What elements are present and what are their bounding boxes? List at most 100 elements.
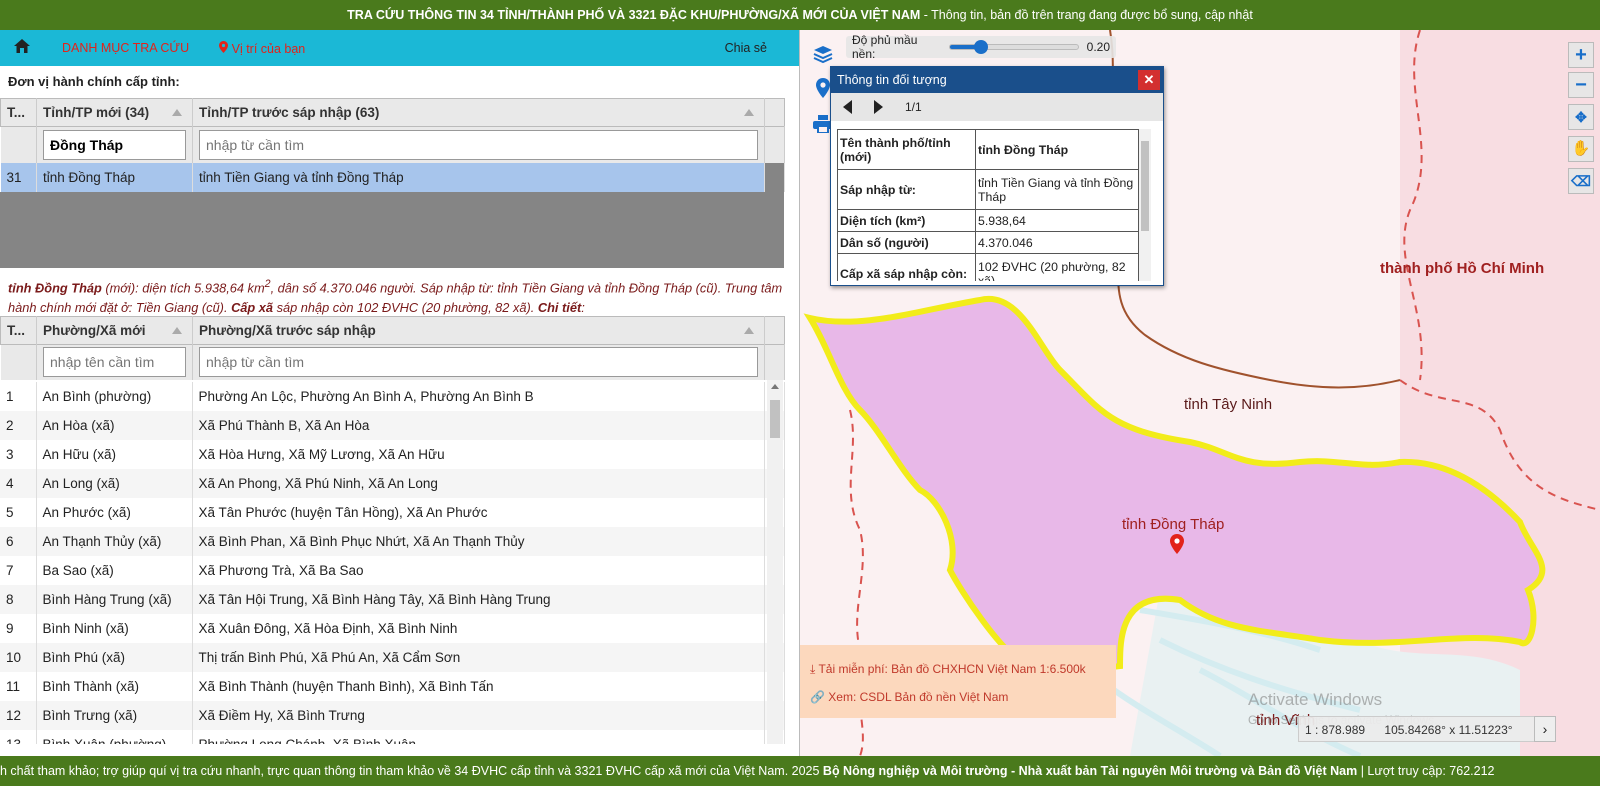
summary-name: tỉnh Đồng Tháp xyxy=(8,279,102,295)
table-row[interactable]: 4 An Long (xã) Xã An Phong, Xã Phú Ninh, X… xyxy=(0,469,785,498)
map-view[interactable]: thành phố Hồ Chí Minh tỉnh Tây Ninh tỉnh… xyxy=(800,30,1600,756)
popup-value: tỉnh Tiền Giang và tỉnh Đồng Tháp xyxy=(975,169,1139,210)
header-spacer xyxy=(764,98,785,127)
col-header-new-province[interactable]: Tỉnh/TP mới (34) xyxy=(36,98,193,127)
cell-name: Ba Sao (xã) xyxy=(36,556,193,585)
footer-visits: | Lượt truy cập: 762.212 xyxy=(1357,764,1495,778)
table-row[interactable]: 3 An Hữu (xã) Xã Hòa Hưng, Xã Mỹ Lương, Xã… xyxy=(0,440,785,469)
ward-grid-head: T... Phường/Xã mới Phường/Xã trước sáp n… xyxy=(0,316,785,380)
scroll-thumb[interactable] xyxy=(770,400,780,438)
close-icon[interactable]: ✕ xyxy=(1138,70,1160,90)
nav-menu-link[interactable]: DANH MỤC TRA CỨU xyxy=(62,41,189,55)
filter-spacer xyxy=(764,344,785,380)
popup-scrollbar[interactable] xyxy=(1139,129,1151,281)
sort-icon xyxy=(744,326,754,334)
next-arrow-icon[interactable] xyxy=(874,100,883,114)
popup-row: Diện tích (km²) 5.938,64 xyxy=(837,209,1139,232)
eraser-icon[interactable]: ⌫ xyxy=(1568,168,1594,194)
table-row[interactable]: 8 Bình Hàng Trung (xã) Xã Tân Hội Trung, X… xyxy=(0,585,785,614)
table-row[interactable]: 11 Bình Thành (xã) Xã Bình Thành (huyện Th… xyxy=(0,672,785,701)
nav-location-link[interactable]: Vị trí của bạn xyxy=(219,40,305,56)
cell-no: 8 xyxy=(0,585,37,614)
prev-arrow-icon[interactable] xyxy=(843,100,852,114)
table-row[interactable]: 10 Bình Phú (xã) Thị trấn Bình Phú, Xã Phú… xyxy=(0,643,785,672)
cell-name: An Phước (xã) xyxy=(36,498,193,527)
opacity-label: Độ phủ mầu nền: xyxy=(852,33,918,61)
cell-name: Bình Trưng (xã) xyxy=(36,701,193,730)
popup-key: Dân số (người) xyxy=(837,231,976,254)
sort-icon xyxy=(744,109,754,116)
download-link[interactable]: ⤓ Tải miễn phí: Bản đồ CHXHCN Việt Nam 1… xyxy=(810,655,1116,683)
ward-filter-row xyxy=(0,344,785,380)
table-row[interactable]: 2 An Hòa (xã) Xã Phú Thành B, Xã An Hòa xyxy=(0,411,785,440)
view-link[interactable]: 🔗 Xem: CSDL Bản đồ nền Việt Nam xyxy=(810,683,1116,711)
table-row[interactable]: 9 Bình Ninh (xã) Xã Xuân Đông, Xã Hòa Định… xyxy=(0,614,785,643)
summary-detail-link[interactable]: Chi tiết xyxy=(538,300,581,315)
cell-no: 7 xyxy=(0,556,37,585)
cell-no: 31 xyxy=(0,162,37,192)
map-coordinates: 105.84268° x 11.51223° xyxy=(1384,723,1513,737)
header-spacer xyxy=(764,316,785,344)
home-icon[interactable] xyxy=(0,38,44,58)
zoom-out-icon[interactable]: − xyxy=(1568,72,1594,98)
province-before-filter[interactable] xyxy=(199,129,758,160)
ward-before-filter[interactable] xyxy=(199,347,758,378)
col-header-no[interactable]: T... xyxy=(0,316,37,344)
province-name-filter[interactable] xyxy=(43,129,186,160)
popup-scroll-thumb[interactable] xyxy=(1141,141,1149,231)
cell-name: Bình Thành (xã) xyxy=(36,672,193,701)
cell-before: Phường An Lộc, Phường An Bình A, Phường … xyxy=(192,382,765,411)
table-row[interactable]: 7 Ba Sao (xã) Xã Phương Trà, Xã Ba Sao xyxy=(0,556,785,585)
scroll-up-icon[interactable] xyxy=(771,384,779,389)
col-header-old-ward[interactable]: Phường/Xã trước sáp nhập xyxy=(192,316,765,344)
ward-grid-body: 1 An Bình (phường) Phường An Lộc, Phường A… xyxy=(0,380,799,744)
col-header-new-ward[interactable]: Phường/Xã mới xyxy=(36,316,193,344)
popup-value: 5.938,64 xyxy=(975,209,1139,232)
feature-info-popup: Thông tin đối tượng ✕ 1/1 Tên thành phố/… xyxy=(830,66,1164,286)
full-extent-icon[interactable]: ✥ xyxy=(1568,104,1594,130)
pan-hand-icon[interactable]: ✋ xyxy=(1568,136,1594,162)
opacity-slider-knob[interactable] xyxy=(974,40,989,54)
opacity-value: 0.20 xyxy=(1086,40,1110,54)
map-label-hcm: thành phố Hồ Chí Minh xyxy=(1380,260,1545,277)
map-label-tayninh: tỉnh Tây Ninh xyxy=(1184,396,1273,413)
cell-name: An Hòa (xã) xyxy=(36,411,193,440)
share-link[interactable]: Chia sẻ xyxy=(725,41,767,55)
province-marker-icon[interactable] xyxy=(1170,534,1184,557)
cell-no: 10 xyxy=(0,643,37,672)
table-row[interactable]: 31 tỉnh Đồng Tháp tỉnh Tiền Giang và tỉn… xyxy=(0,162,785,192)
table-row[interactable]: 6 An Thạnh Thủy (xã) Xã Bình Phan, Xã Bình… xyxy=(0,527,785,556)
table-row[interactable]: 1 An Bình (phường) Phường An Lộc, Phường A… xyxy=(0,382,785,411)
cell-name: An Thạnh Thủy (xã) xyxy=(36,527,193,556)
zoom-in-icon[interactable]: + xyxy=(1568,42,1594,68)
table-row[interactable]: 12 Bình Trưng (xã) Xã Điềm Hy, Xã Bình Trư… xyxy=(0,701,785,730)
download-icon: ⤓ xyxy=(810,662,816,676)
banner-title: TRA CỨU THÔNG TIN 34 TỈNH/THÀNH PHỐ VÀ 3… xyxy=(347,8,921,22)
ward-grid: 1 An Bình (phường) Phường An Lộc, Phường A… xyxy=(0,382,785,744)
popup-attribute-table: Tên thành phố/tỉnh (mới) tỉnh Đồng Tháp S… xyxy=(837,129,1139,281)
cell-no: 9 xyxy=(0,614,37,643)
col-header-label: Tỉnh/TP mới (34) xyxy=(43,105,150,120)
link-icon: 🔗 xyxy=(810,690,825,704)
table-row[interactable]: 13Bình Xuân (phường)Phường Long Chánh, X… xyxy=(0,730,785,744)
popup-row: Tên thành phố/tỉnh (mới) tỉnh Đồng Tháp xyxy=(837,129,1139,170)
sort-icon xyxy=(172,326,182,334)
cell-name: Bình Phú (xã) xyxy=(36,643,193,672)
col-header-no[interactable]: T... xyxy=(0,98,37,127)
ward-grid-header: T... Phường/Xã mới Phường/Xã trước sáp n… xyxy=(0,316,785,344)
table-row[interactable]: 5 An Phước (xã) Xã Tân Phước (huyện Tân Hồ… xyxy=(0,498,785,527)
filter-spacer xyxy=(764,126,785,163)
cell-before: Phường Long Chánh, Xã Bình Xuân xyxy=(192,730,765,744)
ward-grid-scrollbar[interactable] xyxy=(767,380,783,744)
filter-cell xyxy=(36,344,193,380)
popup-body: Tên thành phố/tỉnh (mới) tỉnh Đồng Tháp S… xyxy=(837,129,1151,281)
view-label: Xem: CSDL Bản đồ nền Việt Nam xyxy=(828,690,1009,704)
col-header-label: Phường/Xã mới xyxy=(43,322,146,338)
col-header-old-province[interactable]: Tỉnh/TP trước sáp nhập (63) xyxy=(192,98,765,127)
ward-name-filter[interactable] xyxy=(43,347,186,378)
opacity-slider[interactable] xyxy=(949,40,1079,54)
chevron-right-icon[interactable]: › xyxy=(1534,716,1556,742)
map-label-dongthap: tỉnh Đồng Tháp xyxy=(1122,516,1225,533)
cell-no: 12 xyxy=(0,701,37,730)
cell-no: 4 xyxy=(0,469,37,498)
